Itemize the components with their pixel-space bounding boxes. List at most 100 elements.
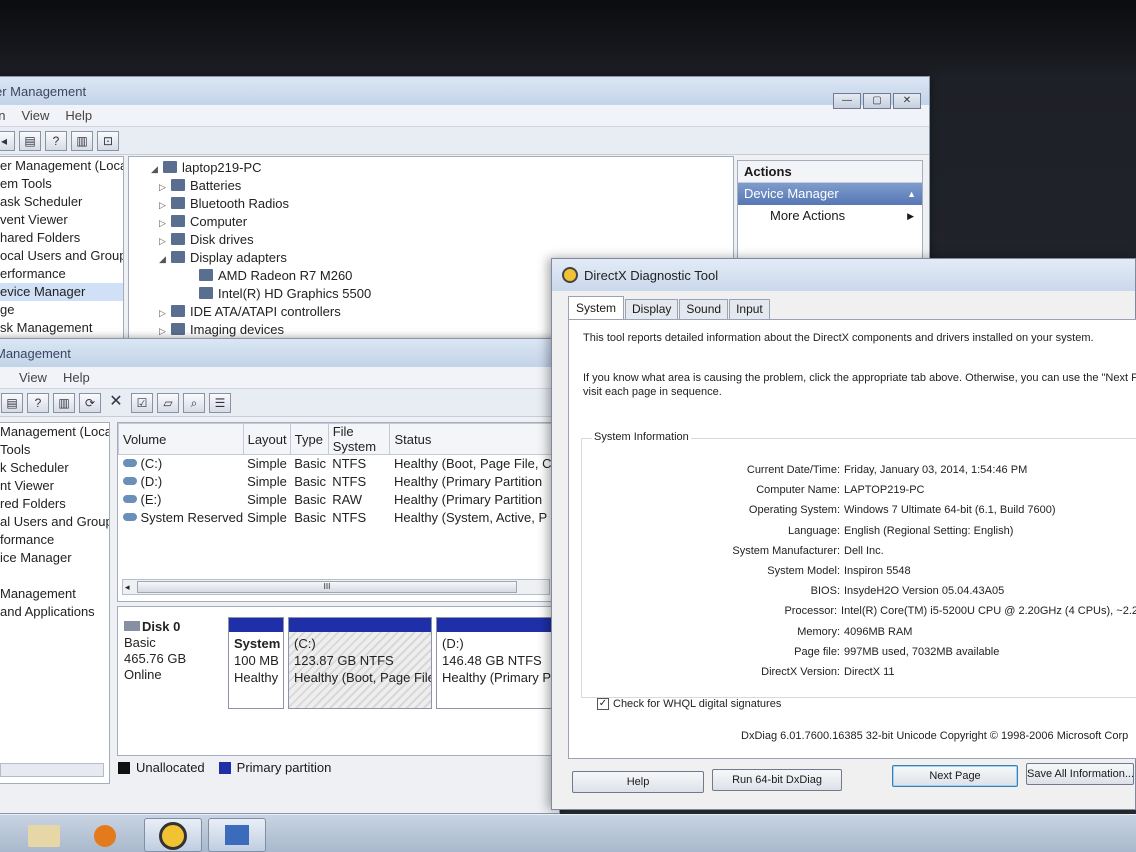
- properties-icon[interactable]: ▥: [71, 130, 93, 151]
- tree-item-disk-management[interactable]: Management: [0, 585, 109, 603]
- delete-icon[interactable]: ✕: [105, 393, 127, 413]
- check-icon[interactable]: ☑: [131, 392, 153, 413]
- menu-help[interactable]: Help: [63, 370, 90, 385]
- device-tree-item[interactable]: ▷ Computer: [151, 213, 733, 231]
- system-info-row: Current Date/Time: Friday, January 03, 20…: [569, 460, 1136, 480]
- tab-system[interactable]: System: [568, 296, 625, 319]
- tree-item[interactable]: red Folders: [0, 495, 109, 513]
- tree-item[interactable]: nt Viewer: [0, 477, 109, 495]
- expander-icon[interactable]: ▷: [159, 232, 171, 250]
- tab-display[interactable]: Display: [625, 299, 679, 319]
- table-row[interactable]: (C:) Simple Basic NTFS Healthy (Boot, Page F…: [119, 455, 552, 473]
- partition-c[interactable]: (C:) 123.87 GB NTFS Healthy (Boot, Page …: [288, 617, 432, 709]
- table-row[interactable]: (E:) Simple Basic RAW Healthy (Primary Parti…: [119, 491, 552, 509]
- scan-hardware-icon[interactable]: ⊡: [97, 130, 119, 151]
- tree-item[interactable]: hared Folders: [0, 229, 123, 247]
- device-icon: [171, 197, 185, 209]
- tree-item[interactable]: [0, 567, 109, 585]
- tree-item[interactable]: and Applications: [0, 603, 109, 621]
- tree-item-device-manager[interactable]: evice Manager: [0, 283, 123, 301]
- checkbox-checked-icon[interactable]: ✓: [597, 698, 609, 710]
- console-tree-icon[interactable]: ▤: [19, 130, 41, 151]
- menu-view[interactable]: View: [19, 370, 47, 385]
- device-tree-root[interactable]: ◢ laptop219-PC: [151, 159, 733, 177]
- disk-0-label[interactable]: Disk 0 Basic 465.76 GB Online: [124, 619, 224, 683]
- horizontal-scrollbar[interactable]: ◂ III: [122, 579, 550, 595]
- scrollbar-thumb[interactable]: III: [137, 581, 517, 593]
- collapse-icon[interactable]: ▲: [907, 183, 916, 205]
- tree-item[interactable]: al Users and Groups: [0, 513, 109, 531]
- scroll-left-icon[interactable]: ◂: [125, 580, 130, 594]
- device-label: Computer: [190, 214, 248, 229]
- maximize-button[interactable]: ▢: [863, 93, 891, 109]
- actions-device-manager[interactable]: Device Manager ▲: [738, 183, 922, 205]
- help-icon[interactable]: ?: [45, 130, 67, 151]
- dxdiag-title: DirectX Diagnostic Tool: [584, 267, 719, 283]
- tree-item[interactable]: er Management (Local: [0, 157, 123, 175]
- save-all-information-button[interactable]: Save All Information...: [1026, 763, 1134, 785]
- menu-action[interactable]: on: [0, 108, 5, 123]
- partition-d[interactable]: (D:) 146.48 GB NTFS Healthy (Primary Pa: [436, 617, 554, 709]
- table-row[interactable]: System Reserved Simple Basic NTFS Healthy (S…: [119, 509, 552, 527]
- run-64bit-dxdiag-button[interactable]: Run 64-bit DxDiag: [712, 769, 842, 791]
- tree-item[interactable]: ice Manager: [0, 549, 109, 567]
- help-button[interactable]: Help: [572, 771, 704, 793]
- refresh-icon[interactable]: ⟳: [79, 392, 101, 413]
- tree-item[interactable]: sk Management: [0, 319, 123, 337]
- folder-icon[interactable]: [28, 825, 60, 847]
- cell-volume: (E:): [119, 491, 244, 509]
- taskbar-dxdiag-button[interactable]: [144, 818, 202, 852]
- column-status[interactable]: Status: [389, 423, 552, 455]
- tree-scrollbar[interactable]: [0, 763, 104, 777]
- tab-input[interactable]: Input: [729, 299, 770, 319]
- tree-item[interactable]: em Tools: [0, 175, 123, 193]
- more-actions[interactable]: More Actions ▶: [738, 205, 922, 227]
- chevron-right-icon: ▶: [907, 211, 914, 221]
- tree-item[interactable]: ge: [0, 301, 123, 319]
- search-icon[interactable]: ⌕: [183, 392, 205, 413]
- device-label: Disk drives: [190, 232, 254, 247]
- next-page-button[interactable]: Next Page: [892, 765, 1018, 787]
- system-info-row: Page file: 997MB used, 7032MB available: [569, 642, 1136, 662]
- list-icon[interactable]: ☰: [209, 392, 231, 413]
- minimize-button[interactable]: —: [833, 93, 861, 109]
- close-button[interactable]: ✕: [893, 93, 921, 109]
- dxdiag-titlebar[interactable]: DirectX Diagnostic Tool: [552, 259, 1135, 291]
- tree-item[interactable]: Tools: [0, 441, 109, 459]
- back-icon[interactable]: ◂: [0, 130, 15, 151]
- back-window-titlebar[interactable]: er Management: [0, 77, 929, 105]
- taskbar-computer-management-button[interactable]: [208, 818, 266, 852]
- device-tree-item[interactable]: ▷ Disk drives: [151, 231, 733, 249]
- tree-item[interactable]: ask Scheduler: [0, 193, 123, 211]
- menu-help[interactable]: Help: [65, 108, 92, 123]
- expander-icon[interactable]: ◢: [159, 250, 171, 268]
- tree-item[interactable]: Management (Local: [0, 423, 109, 441]
- partition-system-reserved[interactable]: System 100 MB Healthy: [228, 617, 284, 709]
- device-tree-item[interactable]: ▷ Bluetooth Radios: [151, 195, 733, 213]
- help-icon[interactable]: ?: [27, 392, 49, 413]
- tree-item[interactable]: k Scheduler: [0, 459, 109, 477]
- media-player-icon[interactable]: [94, 825, 116, 847]
- whql-checkbox[interactable]: ✓ Check for WHQL digital signatures: [597, 698, 781, 710]
- console-tree-icon[interactable]: ▤: [1, 392, 23, 413]
- expander-icon[interactable]: ▷: [159, 196, 171, 214]
- tab-sound[interactable]: Sound: [679, 299, 729, 319]
- front-window-titlebar[interactable]: Management: [0, 339, 559, 367]
- column-layout[interactable]: Layout: [242, 423, 291, 455]
- tree-item[interactable]: erformance: [0, 265, 123, 283]
- tree-item[interactable]: formance: [0, 531, 109, 549]
- open-folder-icon[interactable]: ▱: [157, 392, 179, 413]
- expander-icon[interactable]: ▷: [159, 178, 171, 196]
- expander-icon[interactable]: ▷: [159, 214, 171, 232]
- system-info-row: Language: English (Regional Setting: Engl…: [569, 521, 1136, 541]
- column-volume[interactable]: Volume: [118, 423, 244, 455]
- table-row[interactable]: (D:) Simple Basic NTFS Healthy (Primary Part…: [119, 473, 552, 491]
- column-type[interactable]: Type: [289, 423, 329, 455]
- device-tree-item[interactable]: ▷ Batteries: [151, 177, 733, 195]
- properties-icon[interactable]: ▥: [53, 392, 75, 413]
- tree-item[interactable]: ocal Users and Groups: [0, 247, 123, 265]
- expander-icon[interactable]: ▷: [159, 304, 171, 322]
- menu-view[interactable]: View: [21, 108, 49, 123]
- tree-item[interactable]: vent Viewer: [0, 211, 123, 229]
- column-file-system[interactable]: File System: [327, 423, 391, 455]
